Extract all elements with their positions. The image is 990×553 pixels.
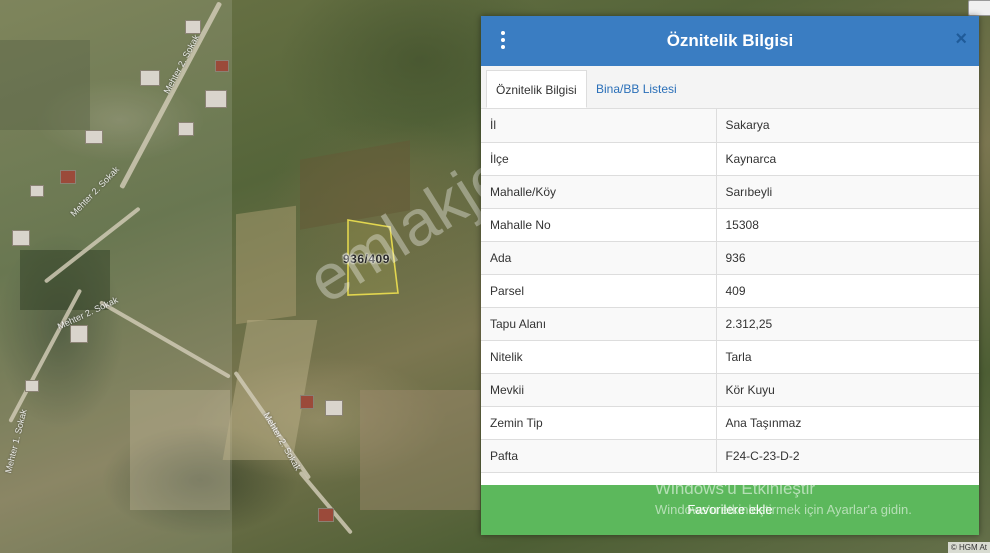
tab-bina-bb-listesi[interactable]: Bina/BB Listesi: [587, 70, 686, 108]
row-value: Kaynarca: [716, 142, 979, 176]
table-row: Pafta F24-C-23-D-2: [481, 439, 979, 473]
row-key: Parsel: [481, 274, 717, 308]
row-key: Mahalle/Köy: [481, 175, 717, 209]
map-field: [130, 390, 230, 510]
table-row: Mevkii Kör Kuyu: [481, 373, 979, 407]
map-field: [360, 390, 480, 510]
table-row: Mahalle/Köy Sarıbeyli: [481, 175, 979, 209]
close-icon[interactable]: ×: [955, 29, 967, 49]
row-value: 15308: [716, 208, 979, 242]
map-building: [325, 400, 343, 416]
map-building: [205, 90, 227, 108]
table-row: Parsel 409: [481, 274, 979, 308]
os-activation-title: Windows'u Etkinleştir: [655, 479, 816, 498]
row-value: Ana Taşınmaz: [716, 406, 979, 440]
row-value: 936: [716, 241, 979, 275]
row-value: 2.312,25: [716, 307, 979, 341]
panel-header: Öznitelik Bilgisi ×: [481, 16, 979, 66]
row-value: Kör Kuyu: [716, 373, 979, 407]
table-row: Ada 936: [481, 241, 979, 275]
map-building: [12, 230, 30, 246]
row-key: Mahalle No: [481, 208, 717, 242]
row-key: İlçe: [481, 142, 717, 176]
map-building: [178, 122, 194, 136]
row-key: Tapu Alanı: [481, 307, 717, 341]
row-value: Sarıbeyli: [716, 175, 979, 209]
row-key: Ada: [481, 241, 717, 275]
row-value: F24-C-23-D-2: [716, 439, 979, 473]
table-row: Tapu Alanı 2.312,25: [481, 307, 979, 341]
row-key: Zemin Tip: [481, 406, 717, 440]
map-attribution: © HGM At: [947, 542, 990, 553]
row-value: Tarla: [716, 340, 979, 374]
table-row: Mahalle No 15308: [481, 208, 979, 242]
table-row: İlçe Kaynarca: [481, 142, 979, 176]
map-road: [298, 470, 353, 535]
map-building: [30, 185, 44, 197]
row-key: Mevkii: [481, 373, 717, 407]
map-field: [222, 320, 318, 460]
map-building: [70, 325, 88, 343]
row-key: İl: [481, 109, 717, 143]
attribute-panel: Öznitelik Bilgisi × Öznitelik Bilgisi Bi…: [481, 16, 979, 535]
panel-title: Öznitelik Bilgisi: [666, 31, 794, 50]
map-building: [25, 380, 39, 392]
row-key: Nitelik: [481, 340, 717, 374]
table-row: Nitelik Tarla: [481, 340, 979, 374]
map-building: [318, 508, 334, 522]
tab-oznitelik-bilgisi[interactable]: Öznitelik Bilgisi: [486, 70, 587, 108]
table-row: İl Sakarya: [481, 109, 979, 143]
attribute-table: İl Sakarya İlçe Kaynarca Mahalle/Köy Sar…: [481, 109, 979, 473]
map-building: [85, 130, 103, 144]
row-value: 409: [716, 274, 979, 308]
map-building: [60, 170, 76, 184]
map-building: [140, 70, 160, 86]
map-building: [300, 395, 314, 409]
os-activation-subtitle: Windows'u etkinleştirmek için Ayarlar'a …: [655, 502, 912, 517]
map-building: [215, 60, 229, 72]
map-field: [236, 205, 296, 325]
row-value: Sakarya: [716, 109, 979, 143]
map-field: [0, 40, 90, 130]
table-row: Zemin Tip Ana Taşınmaz: [481, 406, 979, 440]
map-field: [20, 250, 110, 310]
row-key: Pafta: [481, 439, 717, 473]
panel-tabs: Öznitelik Bilgisi Bina/BB Listesi: [481, 66, 979, 109]
map-control-button[interactable]: [968, 0, 990, 16]
